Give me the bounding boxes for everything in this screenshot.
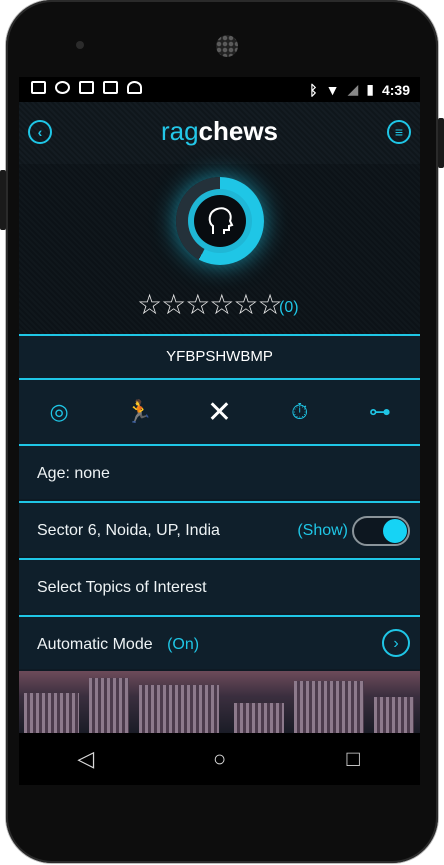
notification-icons (31, 81, 142, 94)
toggle-knob (383, 519, 407, 543)
building (374, 697, 414, 733)
battery-charging-icon: ▮ (366, 81, 374, 97)
location-row: Sector 6, Noida, UP, India (Show) (19, 501, 420, 556)
age-row[interactable]: Age: none (19, 444, 420, 499)
gmail-icon (79, 81, 94, 94)
age-label: Age: none (37, 465, 110, 482)
status-bar: ᛒ ▼ ◢ ▮ 4:39 (19, 77, 420, 102)
nav-home-button[interactable]: ○ (199, 746, 239, 772)
automatic-mode-label: Automatic Mode (37, 636, 153, 653)
chat-icon (55, 81, 70, 94)
volume-button (0, 170, 6, 230)
power-button (438, 118, 444, 168)
screen: ᛒ ▼ ◢ ▮ 4:39 ‹ ragchews ≡ ☆☆☆☆☆☆ (0) YFB… (19, 77, 420, 733)
menu-icon: ≡ (394, 124, 404, 140)
front-camera (76, 41, 84, 49)
avatar-ring-inner (188, 189, 252, 253)
image-icon (31, 81, 46, 94)
target-icon[interactable]: ◎ (39, 399, 79, 425)
show-location-label: (Show) (297, 522, 348, 539)
head-profile-icon (194, 195, 246, 247)
app-bar: ‹ ragchews ≡ (19, 102, 420, 166)
android-nav-bar: ◁ ○ □ (19, 733, 420, 785)
show-location-toggle[interactable] (352, 516, 410, 546)
logo-part-chews: chews (198, 116, 279, 146)
card-icon (103, 81, 118, 94)
automatic-mode-state: (On) (167, 636, 200, 653)
no-signal-icon: ◢ (347, 81, 359, 97)
topics-label: Select Topics of Interest (37, 579, 207, 596)
rating-stars[interactable]: ☆☆☆☆☆☆ (137, 288, 283, 321)
dumbbell-icon[interactable]: ⊶ (360, 399, 400, 425)
system-icons: ᛒ ▼ ◢ ▮ 4:39 (309, 81, 410, 98)
clock: 4:39 (381, 81, 410, 98)
nav-back-button[interactable]: ◁ (66, 746, 106, 772)
building (294, 681, 364, 733)
location-text: Sector 6, Noida, UP, India (37, 522, 220, 539)
nav-recents-button[interactable]: □ (333, 746, 373, 772)
activity-icon-bar: ◎ 🏃 ✕ ⏱ ⊶ (19, 378, 420, 444)
username: YFBPSHWBMP (19, 334, 420, 378)
automatic-mode-row[interactable]: Automatic Mode (On) › (19, 615, 420, 669)
building (24, 693, 79, 733)
bluetooth-icon: ᛒ (309, 81, 318, 98)
chevron-right-icon[interactable]: › (382, 629, 410, 657)
fork-knife-icon[interactable]: ✕ (199, 395, 239, 430)
building (139, 685, 219, 733)
android-icon (127, 81, 142, 94)
speaker-grill (216, 35, 238, 57)
menu-button[interactable]: ≡ (387, 120, 411, 144)
cityscape-image (19, 671, 420, 733)
app-logo: ragchews (19, 116, 420, 147)
stopwatch-icon[interactable]: ⏱ (280, 399, 320, 425)
running-icon[interactable]: 🏃 (119, 399, 159, 425)
logo-part-rag: rag (160, 116, 199, 146)
building (234, 703, 284, 733)
building (89, 678, 129, 733)
head-profile-svg (208, 207, 234, 234)
profile-header: ☆☆☆☆☆☆ (0) (19, 164, 420, 334)
chevron-glyph: › (393, 634, 399, 652)
wifi-icon: ▼ (325, 81, 340, 98)
rating-count: (0) (279, 299, 299, 316)
avatar[interactable] (176, 177, 264, 265)
topics-row[interactable]: Select Topics of Interest (19, 558, 420, 613)
